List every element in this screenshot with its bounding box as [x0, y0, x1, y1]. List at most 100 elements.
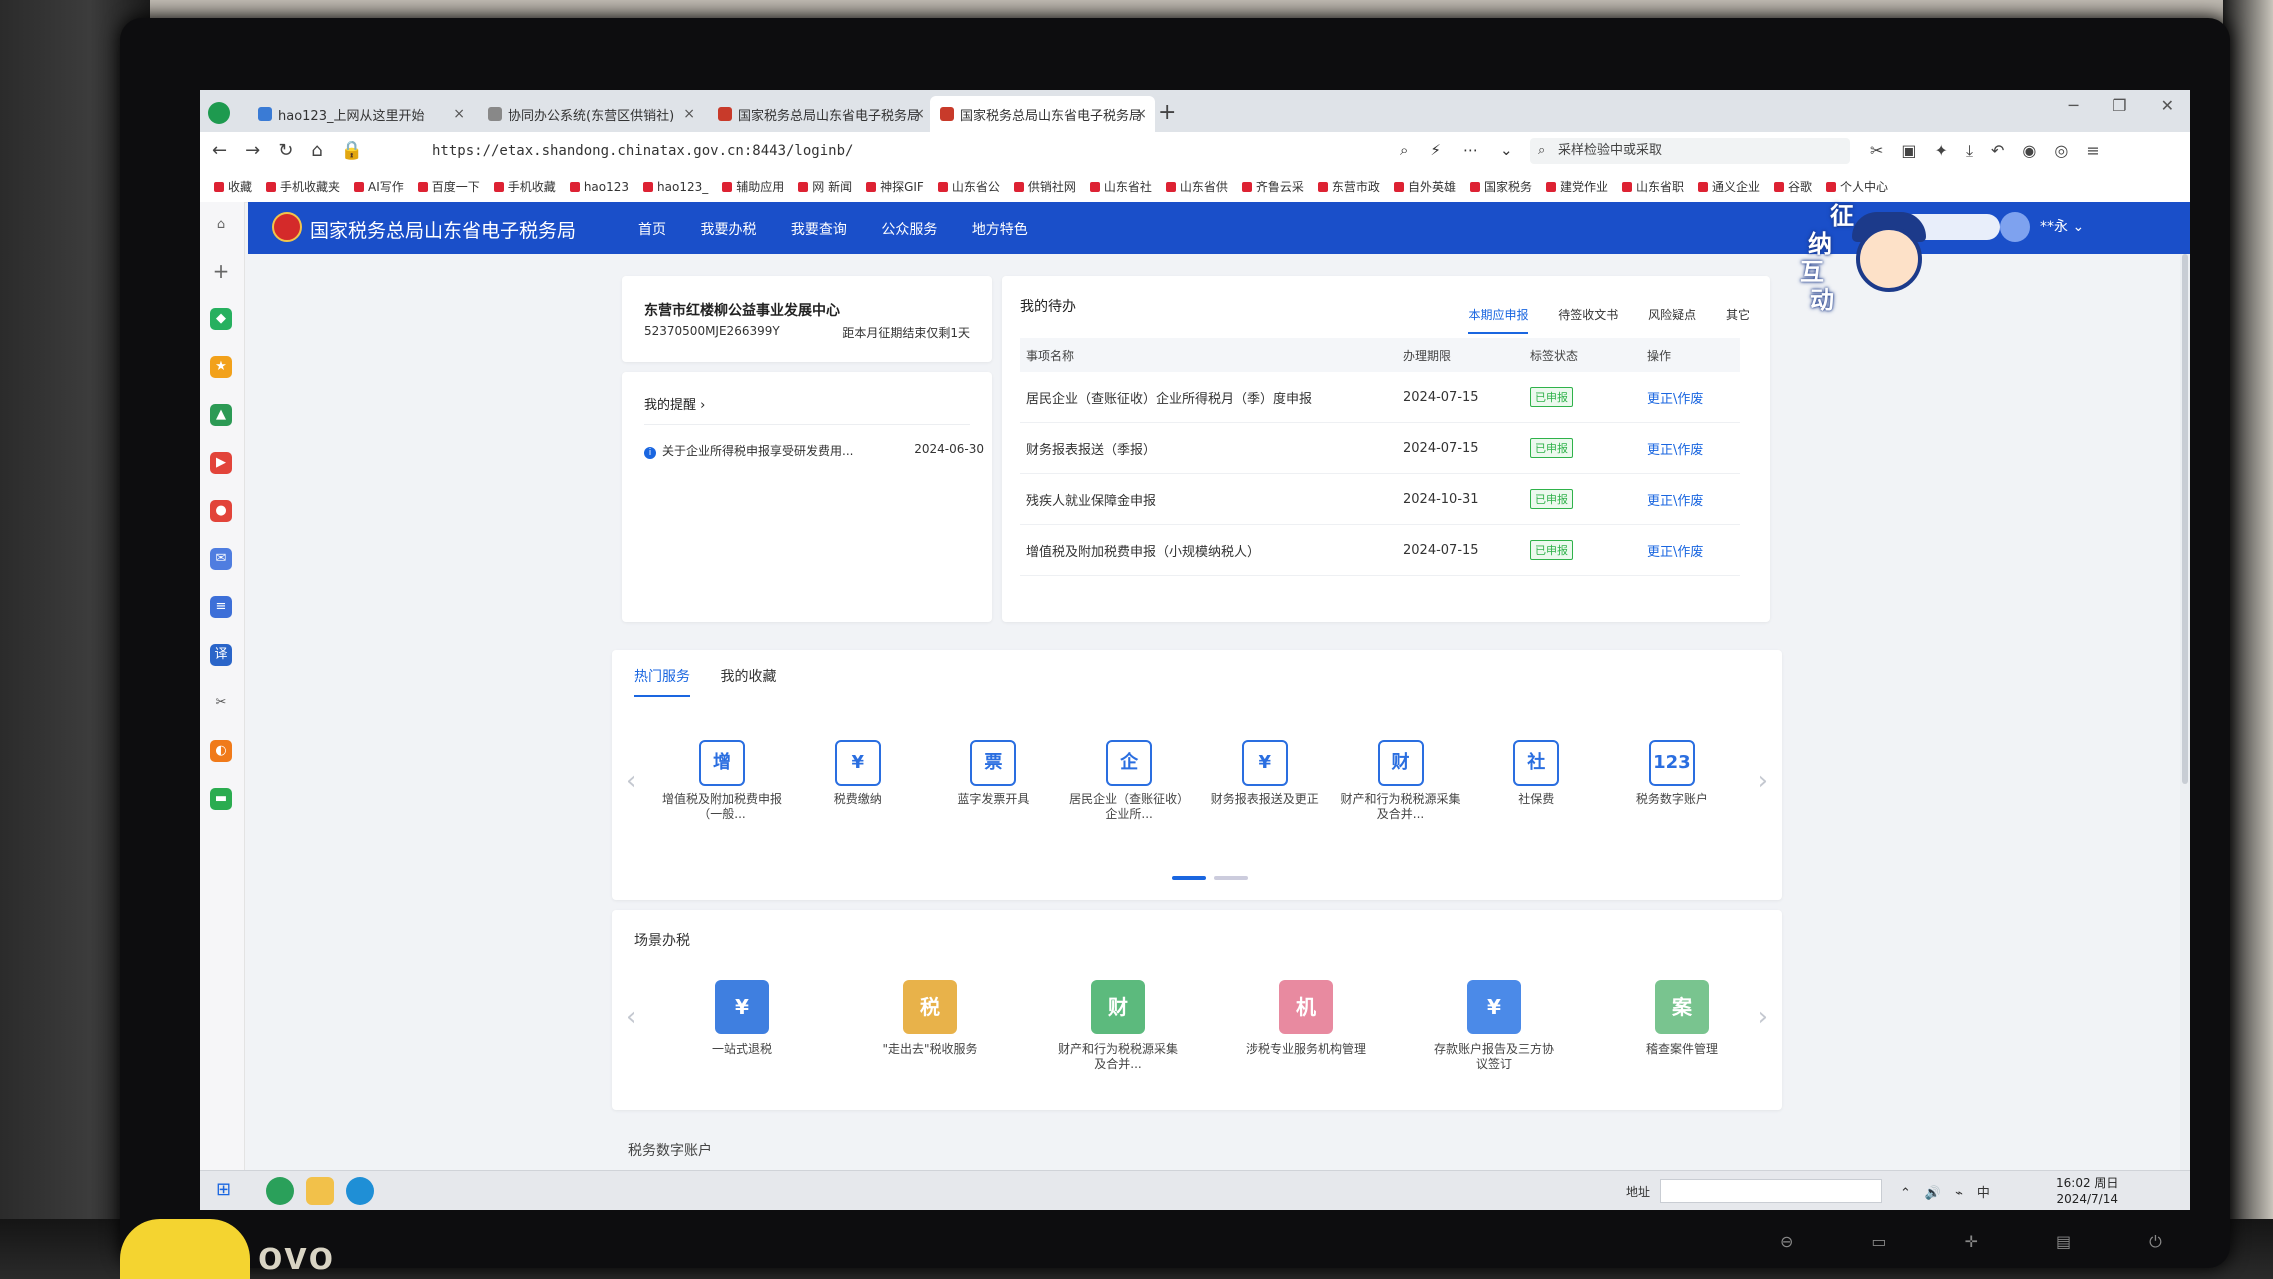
record-icon[interactable]: ● [210, 500, 232, 522]
close-icon[interactable]: × [1135, 106, 1147, 122]
translate-icon[interactable]: 译 [210, 644, 232, 666]
message-icon[interactable]: ▬ [210, 788, 232, 810]
browser-app-icon[interactable] [266, 1177, 294, 1205]
weibo-icon[interactable]: ◐ [210, 740, 232, 762]
mail-icon[interactable]: ✉ [210, 548, 232, 570]
scrollbar-thumb[interactable] [2182, 254, 2188, 784]
bookmark-item[interactable]: 手机收藏 [493, 172, 556, 202]
correct-void-link[interactable]: 更正\作废 [1647, 443, 1703, 458]
taskbar-address-input[interactable] [1660, 1179, 1882, 1203]
new-tab-button[interactable]: + [1158, 100, 1176, 125]
service-item[interactable]: ¥ 税费缴纳 [798, 740, 918, 822]
chevron-left-icon[interactable]: ‹ [626, 1002, 636, 1032]
mascot-widget[interactable]: 征 纳 互 动 [1800, 202, 1940, 322]
chevron-down-icon[interactable]: ⌄ [1500, 141, 1513, 159]
bookmark-item[interactable]: 建党作业 [1545, 172, 1608, 202]
browser-search-input[interactable]: ⌕ 采样检验中或采取 [1530, 138, 1850, 164]
tab-other[interactable]: 其它 [1726, 308, 1750, 332]
service-item[interactable]: 社社保费 [1476, 740, 1596, 822]
reminder-item[interactable]: i 关于企业所得税申报享受研发费用... 2024-06-30 [644, 442, 984, 459]
browser-tab[interactable]: hao123_上网从这里开始 × [248, 96, 473, 132]
correct-void-link[interactable]: 更正\作废 [1647, 545, 1703, 560]
extension-icon[interactable]: ✦ [1935, 141, 1948, 160]
browser-tab[interactable]: 国家税务总局山东省电子税务局 × [708, 96, 933, 132]
service-item[interactable]: 财财产和行为税税源采集及合并... [1341, 740, 1461, 822]
close-icon[interactable]: × [683, 106, 695, 122]
bookmark-item[interactable]: 山东省社 [1089, 172, 1152, 202]
windows-start-icon[interactable]: ⊞ [216, 1181, 234, 1199]
bookmark-item[interactable]: 山东省供 [1165, 172, 1228, 202]
user-menu[interactable]: **永 ⌄ [2000, 212, 2084, 242]
lightning-icon[interactable]: ⚡ [1430, 141, 1441, 159]
scissors-icon[interactable]: ✂ [1870, 141, 1883, 160]
scene-item[interactable]: ¥ 存款账户报告及三方协议签订 [1434, 980, 1554, 1072]
service-item[interactable]: 123 税务数字账户 [1612, 740, 1732, 822]
chevron-up-icon[interactable]: ⌃ [1900, 1186, 1911, 1201]
bookmark-item[interactable]: hao123 [569, 172, 629, 202]
folder-icon[interactable] [306, 1177, 334, 1205]
reload-icon[interactable]: ↻ [278, 140, 293, 161]
bookmark-item[interactable]: 谷歌 [1774, 172, 1812, 202]
menu-icon[interactable]: ≡ [2086, 141, 2099, 160]
avatar[interactable] [2000, 212, 2030, 242]
bookmark-item[interactable]: 百度一下 [417, 172, 480, 202]
bookmark-item[interactable]: 手机收藏夹 [266, 172, 340, 202]
service-item[interactable]: 企居民企业（查账征收）企业所... [1069, 740, 1189, 822]
close-window-icon[interactable]: ✕ [2161, 96, 2174, 115]
bookmark-item[interactable]: 网 新闻 [798, 172, 852, 202]
url-input[interactable]: https://etax.shandong.chinatax.gov.cn:84… [432, 143, 853, 159]
nav-do-tax[interactable]: 我要办税 [700, 222, 756, 238]
bookmark-item[interactable]: 山东省公 [937, 172, 1000, 202]
chevron-left-icon[interactable]: ‹ [626, 766, 636, 796]
tab-hot-services[interactable]: 热门服务 [634, 669, 690, 697]
chevron-right-icon[interactable]: › [1758, 766, 1768, 796]
scene-item[interactable]: ¥ 一站式退税 [682, 980, 802, 1072]
sync-icon[interactable]: ◎ [2054, 141, 2068, 160]
service-item[interactable]: 增增值税及附加税费申报（一般... [662, 740, 782, 822]
bookmark-item[interactable]: 收藏 [214, 172, 252, 202]
bookmark-item[interactable]: hao123_ [643, 172, 708, 202]
bookmark-item[interactable]: 山东省职 [1621, 172, 1684, 202]
bookmark-item[interactable]: 自外英雄 [1393, 172, 1456, 202]
nav-local[interactable]: 地方特色 [972, 222, 1028, 238]
translate-icon[interactable]: ▣ [1901, 141, 1916, 160]
service-item[interactable]: 票蓝字发票开具 [933, 740, 1053, 822]
image-icon[interactable]: ▲ [210, 404, 232, 426]
scene-item[interactable]: 机涉税专业服务机构管理 [1246, 980, 1366, 1072]
app-icon[interactable]: ◆ [210, 308, 232, 330]
home-icon[interactable]: ⌂ [311, 140, 322, 161]
bookmark-item[interactable]: 辅助应用 [722, 172, 784, 202]
tab-risks[interactable]: 风险疑点 [1648, 308, 1696, 332]
bookmark-item[interactable]: AI写作 [354, 172, 404, 202]
ai-icon[interactable]: ◉ [2022, 141, 2036, 160]
reminders-title[interactable]: 我的提醒 › [644, 394, 705, 413]
more-icon[interactable]: ⋯ [1463, 141, 1478, 159]
bookmark-item[interactable]: 通义企业 [1698, 172, 1760, 202]
pdf-icon[interactable]: ▶ [210, 452, 232, 474]
download-icon[interactable]: ⤓ [1966, 141, 1973, 160]
forward-icon[interactable]: → [245, 140, 260, 161]
home-icon[interactable]: ⌂ [210, 214, 232, 236]
scene-item[interactable]: 财财产和行为税税源采集及合并... [1058, 980, 1178, 1072]
nav-public[interactable]: 公众服务 [881, 222, 937, 238]
maximize-icon[interactable]: ❐ [2112, 96, 2126, 115]
browser-logo-icon[interactable] [208, 102, 230, 124]
minimize-icon[interactable]: ─ [2069, 96, 2079, 115]
ime-indicator[interactable]: 中 [1977, 1186, 1990, 1201]
correct-void-link[interactable]: 更正\作废 [1647, 494, 1703, 509]
undo-icon[interactable]: ↶ [1991, 141, 2004, 160]
browser-tab[interactable]: 协同办公系统(东营区供销社) × [478, 96, 703, 132]
tab-current-filing[interactable]: 本期应申报 [1468, 308, 1529, 334]
nav-query[interactable]: 我要查询 [791, 222, 847, 238]
carousel-dot[interactable] [1214, 876, 1248, 880]
tab-favorites[interactable]: 我的收藏 [720, 669, 776, 695]
search-icon[interactable]: ⌕ [1400, 141, 1408, 159]
add-icon[interactable]: + [210, 260, 232, 282]
doc-icon[interactable]: ≡ [210, 596, 232, 618]
close-icon[interactable]: × [913, 106, 925, 122]
bookmark-item[interactable]: 神探GIF [866, 172, 924, 202]
bookmark-item[interactable]: 齐鲁云采 [1241, 172, 1304, 202]
volume-icon[interactable]: 🔊 [1925, 1186, 1941, 1201]
chevron-right-icon[interactable]: › [1758, 1002, 1768, 1032]
correct-void-link[interactable]: 更正\作废 [1647, 392, 1703, 407]
